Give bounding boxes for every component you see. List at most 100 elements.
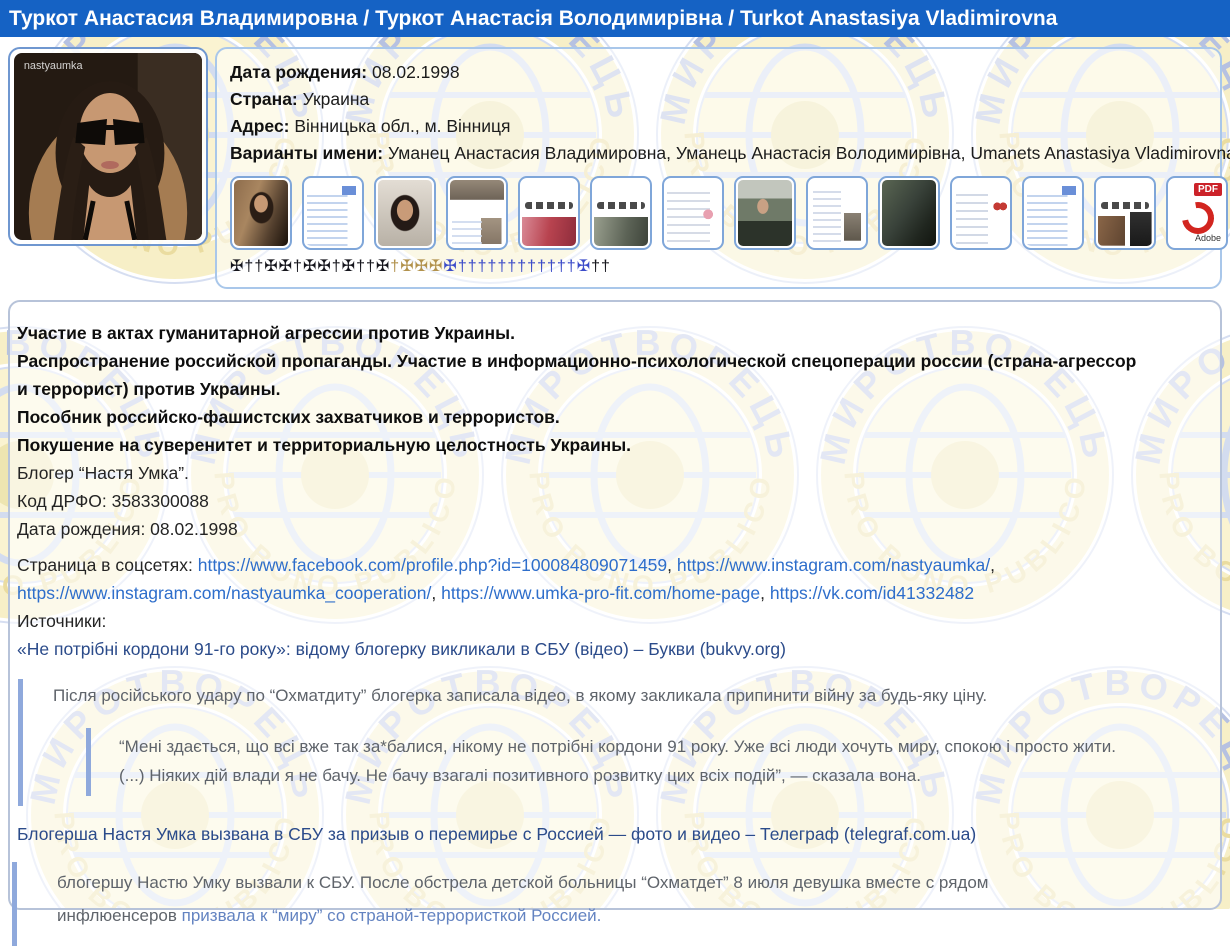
cross-symbol: † xyxy=(331,258,341,275)
document-screenshot-2-image xyxy=(1026,180,1080,246)
field-label: Адрес: xyxy=(230,116,290,136)
cross-symbol: ✠ xyxy=(230,258,244,275)
field-value: Украина xyxy=(302,89,370,109)
thumbnail-pdf-attachment[interactable]: PDF Adobe xyxy=(1166,176,1228,250)
field-value: 08.02.1998 xyxy=(372,62,460,82)
birthdate-line: Дата рождения: 08.02.1998 xyxy=(17,519,238,539)
cross-symbol: † xyxy=(601,258,610,275)
thumbnail-outdoor-photo[interactable] xyxy=(878,176,940,250)
dossier-card: Участие в актах гуманитарной агрессии пр… xyxy=(8,300,1222,946)
cross-symbol: † xyxy=(254,258,264,275)
inline-link[interactable]: https://www.umka-pro-fit.com/home-page xyxy=(441,583,760,603)
cross-symbol: † xyxy=(546,258,556,275)
photo-watermark-text: nastyaumka xyxy=(24,60,84,72)
cross-symbol: † xyxy=(556,258,566,275)
quote-text-1: Після російського удару по “Охматдиту” б… xyxy=(53,686,988,705)
portrait-photo-image xyxy=(378,180,432,246)
field-value: Уманец Анастасия Владимировна, Уманець А… xyxy=(387,143,1230,163)
instagram-grid-screenshot-image xyxy=(522,180,576,246)
charge-line-2: Распространение российской пропаганды. У… xyxy=(17,351,1137,399)
cross-symbol: † xyxy=(244,258,254,275)
cross-symbol: † xyxy=(467,258,477,275)
comments-screenshot-image xyxy=(666,180,720,246)
inline-link[interactable]: https://vk.com/id41332482 xyxy=(770,583,974,603)
instagram-profile-screenshot-image xyxy=(594,180,648,246)
inline-text: Страница в соцсетях: xyxy=(17,555,198,575)
socials-line: Страница в соцсетях: https://www.faceboo… xyxy=(17,551,1150,607)
thumbnail-document-screenshot[interactable] xyxy=(302,176,364,250)
inline-link[interactable]: https://www.facebook.com/profile.php?id=… xyxy=(198,555,667,575)
cross-symbol: † xyxy=(365,258,375,275)
thumbnail-instagram-profile-screenshot-2[interactable] xyxy=(1094,176,1156,250)
cross-symbol: ✠ xyxy=(576,258,591,275)
cross-symbol: ✠ xyxy=(429,258,443,275)
field-label: Страна: xyxy=(230,89,298,109)
quote-block-2: блогершу Настю Умку вызвали к СБУ. После… xyxy=(12,862,1150,946)
inline-text: , xyxy=(431,583,442,603)
cross-symbol: † xyxy=(497,258,507,275)
source-link-telegraf[interactable]: Блогерша Настя Умка вызвана в СБУ за при… xyxy=(17,820,1150,848)
cross-symbol: ✠ xyxy=(443,258,457,275)
cross-symbol: † xyxy=(537,258,546,275)
cross-symbol: † xyxy=(591,258,600,275)
field-value: Вінницька обл., м. Вінниця xyxy=(294,116,511,136)
chat-screenshot-image xyxy=(810,180,864,246)
thumbnail-chat-screenshot[interactable] xyxy=(806,176,868,250)
cross-symbol: † xyxy=(477,258,487,275)
cross-symbol: † xyxy=(356,258,365,275)
thumbnail-instagram-grid-screenshot[interactable] xyxy=(518,176,580,250)
field-label: Варианты имени: xyxy=(230,143,384,163)
thumbnail-strip: PDF Adobe xyxy=(230,176,1228,250)
field-country: Страна: Украина xyxy=(230,86,1208,113)
inline-text: , xyxy=(990,555,995,575)
charge-line-4: Покушение на суверенитет и территориальн… xyxy=(17,435,632,455)
quote-text-2: блогершу Настю Умку вызвали к СБУ. После… xyxy=(57,866,1110,932)
thumbnail-man-with-car-photo[interactable] xyxy=(734,176,796,250)
thumbnail-portrait-photo[interactable] xyxy=(374,176,436,250)
thumbnail-registry-screenshot[interactable] xyxy=(950,176,1012,250)
cross-symbol: † xyxy=(487,258,497,275)
page-title: Туркот Анастасия Владимировна / Туркот А… xyxy=(0,0,1230,37)
cross-symbol: ✠ xyxy=(375,258,390,275)
document-screenshot-image xyxy=(306,180,360,246)
cross-symbol: ✠ xyxy=(278,258,293,275)
cross-symbol: ✠ xyxy=(264,258,278,275)
cross-symbol: † xyxy=(527,258,537,275)
crosses-row: ✠††✠✠†✠✠†✠††✠†✠✠✠✠††††††††††††✠†† xyxy=(230,257,1208,277)
registry-screenshot-image xyxy=(954,180,1008,246)
blogger-line: Блогер “Настя Умка”. xyxy=(17,463,189,483)
cross-symbol: ✠ xyxy=(317,258,331,275)
thumbnail-instagram-profile-screenshot[interactable] xyxy=(590,176,652,250)
profile-photo[interactable]: nastyaumka xyxy=(8,47,208,246)
cross-symbol: ✠ xyxy=(400,258,414,275)
pdf-badge: PDF xyxy=(1194,183,1222,196)
thumbnail-social-profile-screenshot[interactable] xyxy=(446,176,508,250)
charge-line-3: Пособник российско-фашистских захватчико… xyxy=(17,407,560,427)
field-birthdate: Дата рождения: 08.02.1998 xyxy=(230,59,1208,86)
cross-symbol: † xyxy=(457,258,467,275)
cross-symbol: ✠ xyxy=(302,258,317,275)
field-address: Адрес: Вінницька обл., м. Вінниця xyxy=(230,113,1208,140)
inline-link[interactable]: https://www.instagram.com/nastyaumka_coo… xyxy=(17,583,431,603)
field-name-variants: Варианты имени: Уманец Анастасия Владими… xyxy=(230,140,1230,167)
field-label: Дата рождения: xyxy=(230,62,368,82)
inline-link[interactable]: https://www.instagram.com/nastyaumka/ xyxy=(677,555,990,575)
inline-text: , xyxy=(760,583,770,603)
source-link-bukvy[interactable]: «Не потрібні кордони 91-го року»: відому… xyxy=(17,635,1150,663)
profile-photo-image: nastyaumka xyxy=(14,53,202,240)
thumbnail-document-screenshot-2[interactable] xyxy=(1022,176,1084,250)
instagram-profile-screenshot-2-image xyxy=(1098,180,1152,246)
cross-symbol: † xyxy=(390,258,400,275)
cross-symbol: † xyxy=(517,258,527,275)
outdoor-photo-image xyxy=(882,180,936,246)
thumbnail-comments-screenshot[interactable] xyxy=(662,176,724,250)
cross-symbol: ✠ xyxy=(414,258,428,275)
thumbnail-woman-in-car-photo[interactable] xyxy=(230,176,292,250)
drfo-line: Код ДРФО: 3583300088 xyxy=(17,491,209,511)
nested-quote-text: “Мені здається, що всі вже так за*балися… xyxy=(119,737,1116,785)
sources-label: Источники: xyxy=(17,611,107,631)
profile-info-card: Дата рождения: 08.02.1998 Страна: Украин… xyxy=(215,47,1230,289)
woman-in-car-photo-image xyxy=(234,180,288,246)
cross-symbol: † xyxy=(293,258,302,275)
nested-quote-block: “Мені здається, що всі вже так за*балися… xyxy=(86,728,1150,796)
